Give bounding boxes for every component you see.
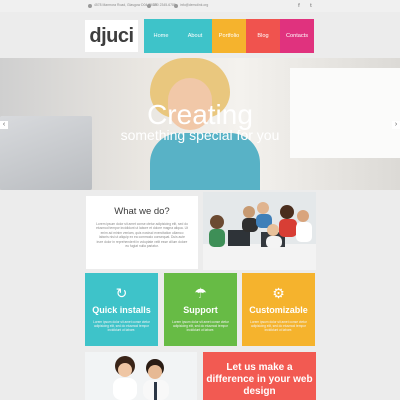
phone-text: 800 2345-6789 bbox=[153, 3, 176, 7]
logo[interactable]: djuci bbox=[85, 20, 138, 52]
nav-blog[interactable]: Blog bbox=[246, 19, 280, 53]
couple-photo-illustration bbox=[85, 352, 197, 400]
feature-quick-installs[interactable]: ↻ Quick installs Lorem ipsum dolor sit a… bbox=[85, 273, 158, 346]
feature-title: Quick installs bbox=[92, 305, 151, 315]
chevron-right-icon[interactable]: › bbox=[392, 121, 400, 129]
hero-title: Creating bbox=[147, 99, 253, 130]
feature-title: Customizable bbox=[249, 305, 308, 315]
couple-photo bbox=[85, 352, 197, 400]
what-we-do-title: What we do? bbox=[114, 206, 170, 217]
umbrella-icon: ☂ bbox=[194, 285, 207, 301]
nav-portfolio[interactable]: Portfolio bbox=[212, 19, 246, 53]
chevron-left-icon[interactable]: ‹ bbox=[0, 121, 8, 129]
feature-customizable[interactable]: ⚙ Customizable Lorem ipsum dolor sit ame… bbox=[242, 273, 315, 346]
nav-home[interactable]: Home bbox=[144, 19, 178, 53]
gears-icon: ⚙ bbox=[272, 285, 285, 301]
refresh-icon: ↻ bbox=[115, 285, 128, 301]
what-we-do-text: Lorem ipsum dolor sit amet conse ctetur … bbox=[96, 222, 188, 249]
team-photo bbox=[203, 192, 316, 270]
nav-about[interactable]: About bbox=[178, 19, 212, 53]
email-link[interactable]: info@demolink.org bbox=[180, 3, 208, 8]
mail-icon bbox=[174, 4, 178, 8]
team-photo-illustration bbox=[203, 192, 316, 270]
feature-support[interactable]: ☂ Support Lorem ipsum dolor sit amet con… bbox=[164, 273, 237, 346]
facebook-icon[interactable]: f bbox=[296, 3, 302, 9]
top-info-bar: 4578 Marmora Road, Glasgow D04 89GR 800 … bbox=[0, 0, 400, 12]
cta-text: Let us make a difference in your web des… bbox=[206, 362, 313, 397]
feature-text: Lorem ipsum dolor sit amet conse ctetur … bbox=[250, 320, 307, 333]
feature-title: Support bbox=[183, 305, 218, 315]
location-icon bbox=[88, 4, 92, 8]
twitter-icon[interactable]: t bbox=[308, 3, 314, 9]
hero-subtitle: something special for you bbox=[120, 127, 280, 143]
feature-text: Lorem ipsum dolor sit amet conse ctetur … bbox=[172, 320, 229, 333]
phone-icon bbox=[147, 4, 151, 8]
feature-text: Lorem ipsum dolor sit amet conse ctetur … bbox=[93, 320, 150, 333]
nav-contacts[interactable]: Contacts bbox=[280, 19, 314, 53]
